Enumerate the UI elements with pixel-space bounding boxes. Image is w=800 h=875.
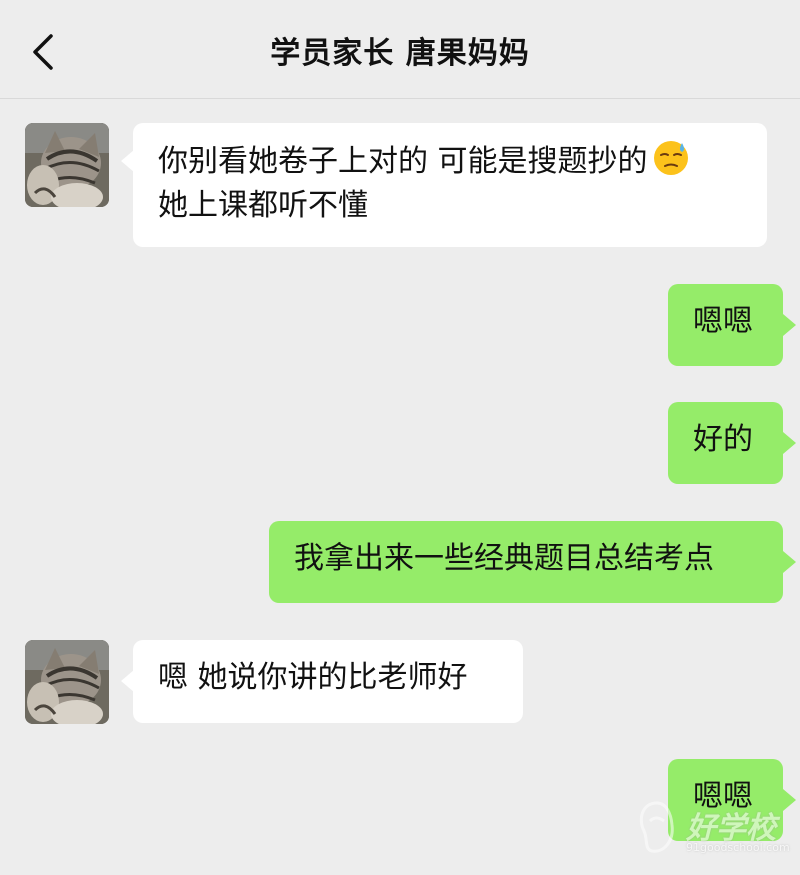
bubble-tail [783,432,796,454]
message-bubble-outgoing[interactable]: 嗯嗯 [668,284,783,366]
watermark-logo-icon [639,801,674,853]
message-text: 你别看她卷子上对的 可能是搜题抄的 [158,144,648,179]
watermark-url: 91goodschool.com [686,841,790,854]
chat-title: 学员家长 唐果妈妈 [270,36,530,71]
downcast-sweat-face-emoji [653,141,688,175]
bubble-tail [783,314,796,336]
bubble-tail [783,551,796,573]
message-text: 嗯 她说你讲的比老师好 [158,660,468,695]
cat-avatar-icon [25,123,109,207]
message-text: 好的 [693,422,753,457]
message-bubble-incoming[interactable]: 你别看她卷子上对的 可能是搜题抄的 她上课都听不懂 [133,123,767,247]
message-text: 嗯嗯 [693,304,753,339]
site-watermark: 好学校 91goodschool.com [634,799,790,859]
chat-header: 学员家长 唐果妈妈 [0,0,800,99]
contact-avatar[interactable] [25,123,109,207]
message-bubble-incoming[interactable]: 嗯 她说你讲的比老师好 [133,640,523,723]
bubble-tail [783,789,796,811]
message-text-line: 你别看她卷子上对的 可能是搜题抄的 [158,139,742,184]
message-bubble-outgoing[interactable]: 好的 [668,402,783,484]
message-text-line: 她上课都听不懂 [158,188,368,223]
cat-avatar-icon [25,640,109,724]
message-text: 我拿出来一些经典题目总结考点 [294,541,714,576]
contact-avatar[interactable] [25,640,109,724]
message-bubble-outgoing[interactable]: 我拿出来一些经典题目总结考点 [269,521,783,603]
